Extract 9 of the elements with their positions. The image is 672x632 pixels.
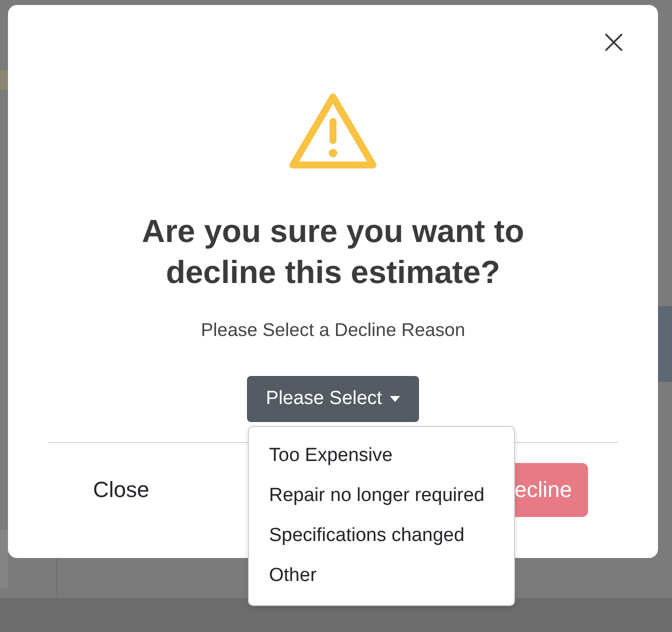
caret-icon (390, 396, 400, 402)
decline-prompt: Please Select a Decline Reason (200, 319, 466, 341)
background-banner (0, 70, 8, 90)
dropdown-button[interactable]: Please Select (247, 376, 419, 422)
close-button[interactable]: Close (48, 467, 194, 513)
dialog-title: Are you sure you want to decline this estimate? (140, 212, 526, 292)
warning-icon (287, 91, 379, 171)
dropdown-option[interactable]: Specifications changed (249, 516, 514, 556)
dropdown-option[interactable]: Other (249, 556, 514, 596)
